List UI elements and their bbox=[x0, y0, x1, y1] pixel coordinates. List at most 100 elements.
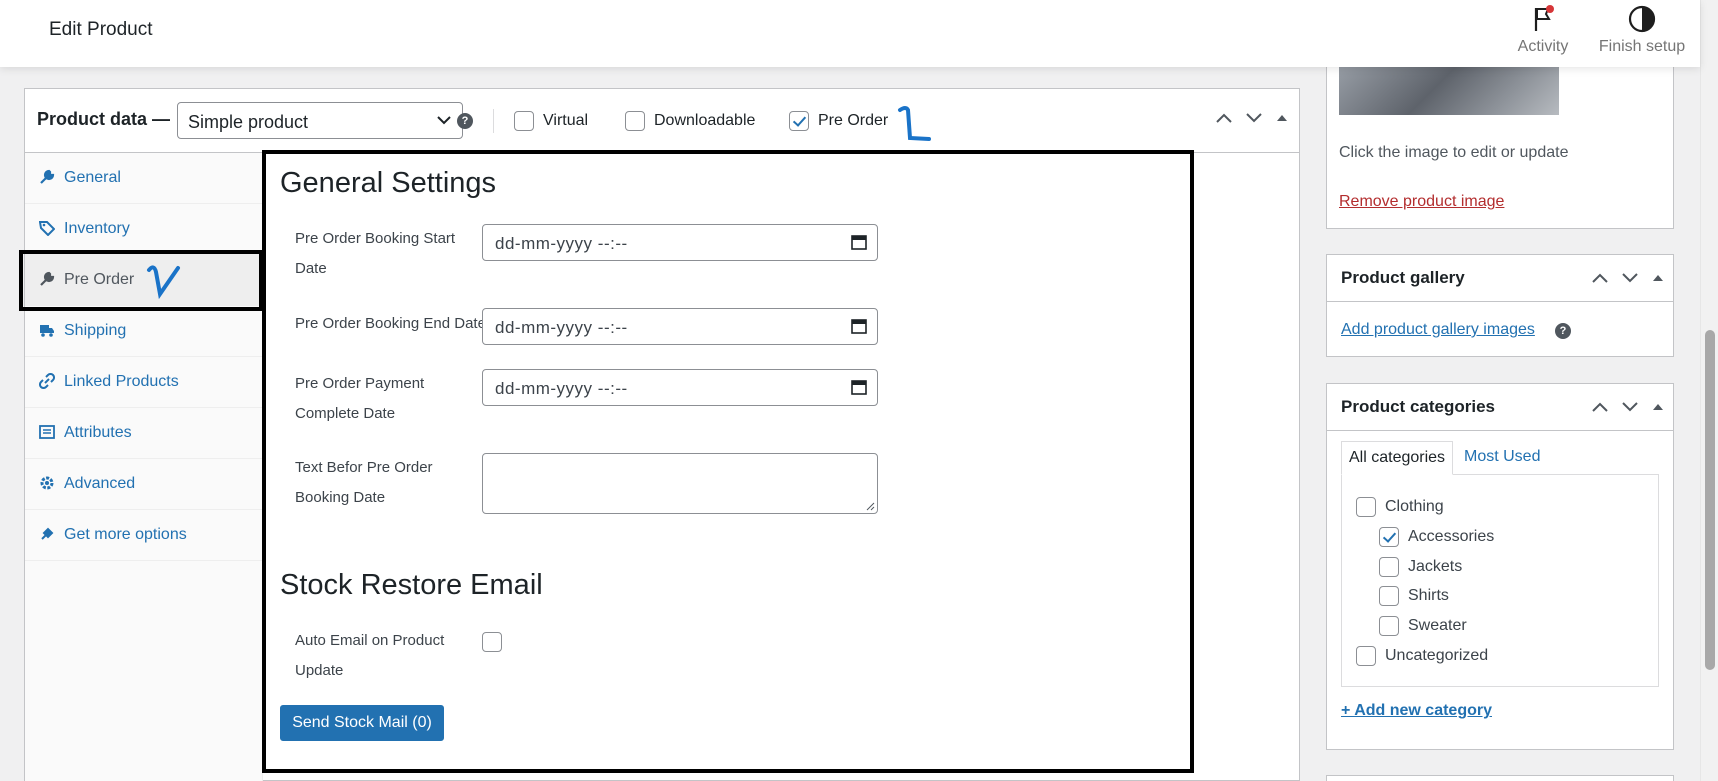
top-header: Edit Product Activity Finish setup bbox=[0, 0, 1700, 67]
panel-controls bbox=[1215, 111, 1289, 130]
calendar-icon[interactable] bbox=[851, 379, 867, 395]
help-icon[interactable]: ? bbox=[457, 113, 473, 129]
categories-header: Product categories bbox=[1327, 384, 1673, 431]
half-circle-icon bbox=[1628, 5, 1656, 33]
pre-order-checkbox[interactable] bbox=[789, 111, 809, 131]
downloadable-checkbox[interactable] bbox=[625, 111, 645, 131]
next-sidebar-box bbox=[1326, 775, 1674, 781]
tab-all-categories[interactable]: All categories bbox=[1341, 441, 1454, 475]
move-down-icon[interactable] bbox=[1245, 111, 1263, 130]
category-label: Clothing bbox=[1385, 498, 1444, 515]
gallery-controls bbox=[1591, 271, 1665, 290]
downloadable-label: Downloadable bbox=[654, 112, 756, 129]
booking-end-date-input[interactable]: dd-mm-yyyy --:-- bbox=[482, 308, 878, 345]
move-down-icon[interactable] bbox=[1621, 271, 1639, 290]
link-icon bbox=[39, 373, 55, 389]
calendar-icon[interactable] bbox=[851, 318, 867, 334]
tab-attributes[interactable]: Attributes bbox=[25, 408, 263, 459]
category-list: Clothing Accessories Jackets Shirts Swea… bbox=[1341, 474, 1659, 687]
payment-complete-value: dd-mm-yyyy --:-- bbox=[495, 379, 628, 398]
move-up-icon[interactable] bbox=[1215, 111, 1233, 130]
tab-inventory[interactable]: Inventory bbox=[25, 204, 263, 255]
tab-label: Get more options bbox=[64, 526, 187, 543]
booking-start-date-input[interactable]: dd-mm-yyyy --:-- bbox=[482, 224, 878, 261]
wrench-icon bbox=[40, 271, 55, 286]
tab-shipping[interactable]: Shipping bbox=[25, 306, 263, 357]
product-image[interactable] bbox=[1339, 60, 1559, 115]
gear-icon bbox=[40, 476, 54, 490]
categories-controls bbox=[1591, 400, 1665, 419]
product-data-panel: Product data — Simple product ? Virtual … bbox=[24, 88, 1300, 781]
tab-general[interactable]: General bbox=[25, 153, 263, 204]
tab-linked-products[interactable]: Linked Products bbox=[25, 357, 263, 408]
move-down-icon[interactable] bbox=[1621, 400, 1639, 419]
divider bbox=[493, 109, 494, 133]
tab-label: General bbox=[64, 169, 121, 186]
booking-end-value: dd-mm-yyyy --:-- bbox=[495, 318, 628, 337]
help-icon[interactable]: ? bbox=[1555, 323, 1571, 339]
tab-label: Pre Order bbox=[64, 271, 135, 288]
plugin-icon bbox=[41, 527, 54, 540]
auto-email-checkbox[interactable] bbox=[482, 632, 502, 652]
payment-complete-date-input[interactable]: dd-mm-yyyy --:-- bbox=[482, 369, 878, 406]
move-up-icon[interactable] bbox=[1591, 271, 1609, 290]
activity-label: Activity bbox=[1517, 38, 1569, 55]
scrollbar-thumb[interactable] bbox=[1705, 330, 1715, 670]
finish-setup-label: Finish setup bbox=[1598, 38, 1686, 55]
collapse-icon[interactable] bbox=[1275, 111, 1289, 130]
category-checkbox[interactable] bbox=[1379, 527, 1399, 547]
wrench-icon bbox=[40, 169, 55, 184]
page-scrollbar[interactable] bbox=[1700, 0, 1718, 781]
tab-label: Attributes bbox=[64, 424, 132, 441]
chevron-down-icon bbox=[437, 116, 451, 125]
product-data-tabs: General Inventory Pre Order Shipping Lin… bbox=[25, 153, 263, 781]
category-label: Sweater bbox=[1408, 617, 1467, 634]
booking-start-label: Pre Order Booking Start Date bbox=[295, 230, 456, 277]
tab-advanced[interactable]: Advanced bbox=[25, 459, 263, 510]
finish-setup-button[interactable]: Finish setup bbox=[1597, 4, 1687, 62]
pre-order-text-label: Text Befor Pre Order Booking Date bbox=[295, 459, 433, 506]
add-gallery-images-link[interactable]: Add product gallery images bbox=[1341, 321, 1535, 339]
tab-label: Advanced bbox=[64, 475, 136, 492]
tab-label: Shipping bbox=[64, 322, 127, 339]
gallery-header: Product gallery bbox=[1327, 255, 1673, 302]
product-gallery-box: Product gallery Add product gallery imag… bbox=[1326, 254, 1674, 357]
tab-most-used[interactable]: Most Used bbox=[1457, 441, 1547, 475]
auto-email-label: Auto Email on Product Update bbox=[295, 632, 445, 679]
payment-complete-label: Pre Order Payment Complete Date bbox=[295, 375, 425, 422]
category-checkbox[interactable] bbox=[1356, 646, 1376, 666]
category-checkbox[interactable] bbox=[1356, 497, 1376, 517]
category-label: Shirts bbox=[1408, 587, 1449, 604]
tab-get-more-options[interactable]: Get more options bbox=[25, 510, 263, 561]
tab-label: Inventory bbox=[64, 220, 130, 237]
pre-order-text-textarea[interactable] bbox=[482, 453, 878, 514]
category-checkbox[interactable] bbox=[1379, 616, 1399, 636]
booking-start-value: dd-mm-yyyy --:-- bbox=[495, 234, 628, 253]
product-type-value: Simple product bbox=[188, 112, 309, 132]
image-hint-text: Click the image to edit or update bbox=[1339, 144, 1569, 161]
category-checkbox[interactable] bbox=[1379, 557, 1399, 577]
collapse-icon[interactable] bbox=[1651, 271, 1665, 290]
tag-icon bbox=[39, 221, 55, 236]
send-stock-mail-button[interactable]: Send Stock Mail (0) bbox=[280, 705, 444, 741]
list-icon bbox=[39, 425, 55, 439]
category-checkbox[interactable] bbox=[1379, 586, 1399, 606]
move-up-icon[interactable] bbox=[1591, 400, 1609, 419]
remove-product-image-link[interactable]: Remove product image bbox=[1339, 193, 1504, 211]
product-type-select[interactable]: Simple product bbox=[177, 102, 463, 139]
truck-icon bbox=[40, 325, 54, 337]
category-label: Uncategorized bbox=[1385, 647, 1489, 664]
product-data-title: Product data — bbox=[37, 109, 171, 129]
general-settings-heading: General Settings bbox=[280, 167, 497, 199]
stock-restore-heading: Stock Restore Email bbox=[280, 569, 543, 601]
tab-pre-order[interactable]: Pre Order bbox=[25, 255, 263, 306]
categories-title: Product categories bbox=[1341, 397, 1495, 416]
calendar-icon[interactable] bbox=[851, 234, 867, 250]
tab-label: Linked Products bbox=[64, 373, 179, 390]
add-new-category-link[interactable]: + Add new category bbox=[1341, 702, 1492, 720]
booking-end-label: Pre Order Booking End Date bbox=[295, 315, 486, 332]
virtual-checkbox[interactable] bbox=[514, 111, 534, 131]
collapse-icon[interactable] bbox=[1651, 400, 1665, 419]
activity-button[interactable]: Activity bbox=[1498, 4, 1588, 62]
resize-grip-icon[interactable] bbox=[865, 501, 875, 511]
